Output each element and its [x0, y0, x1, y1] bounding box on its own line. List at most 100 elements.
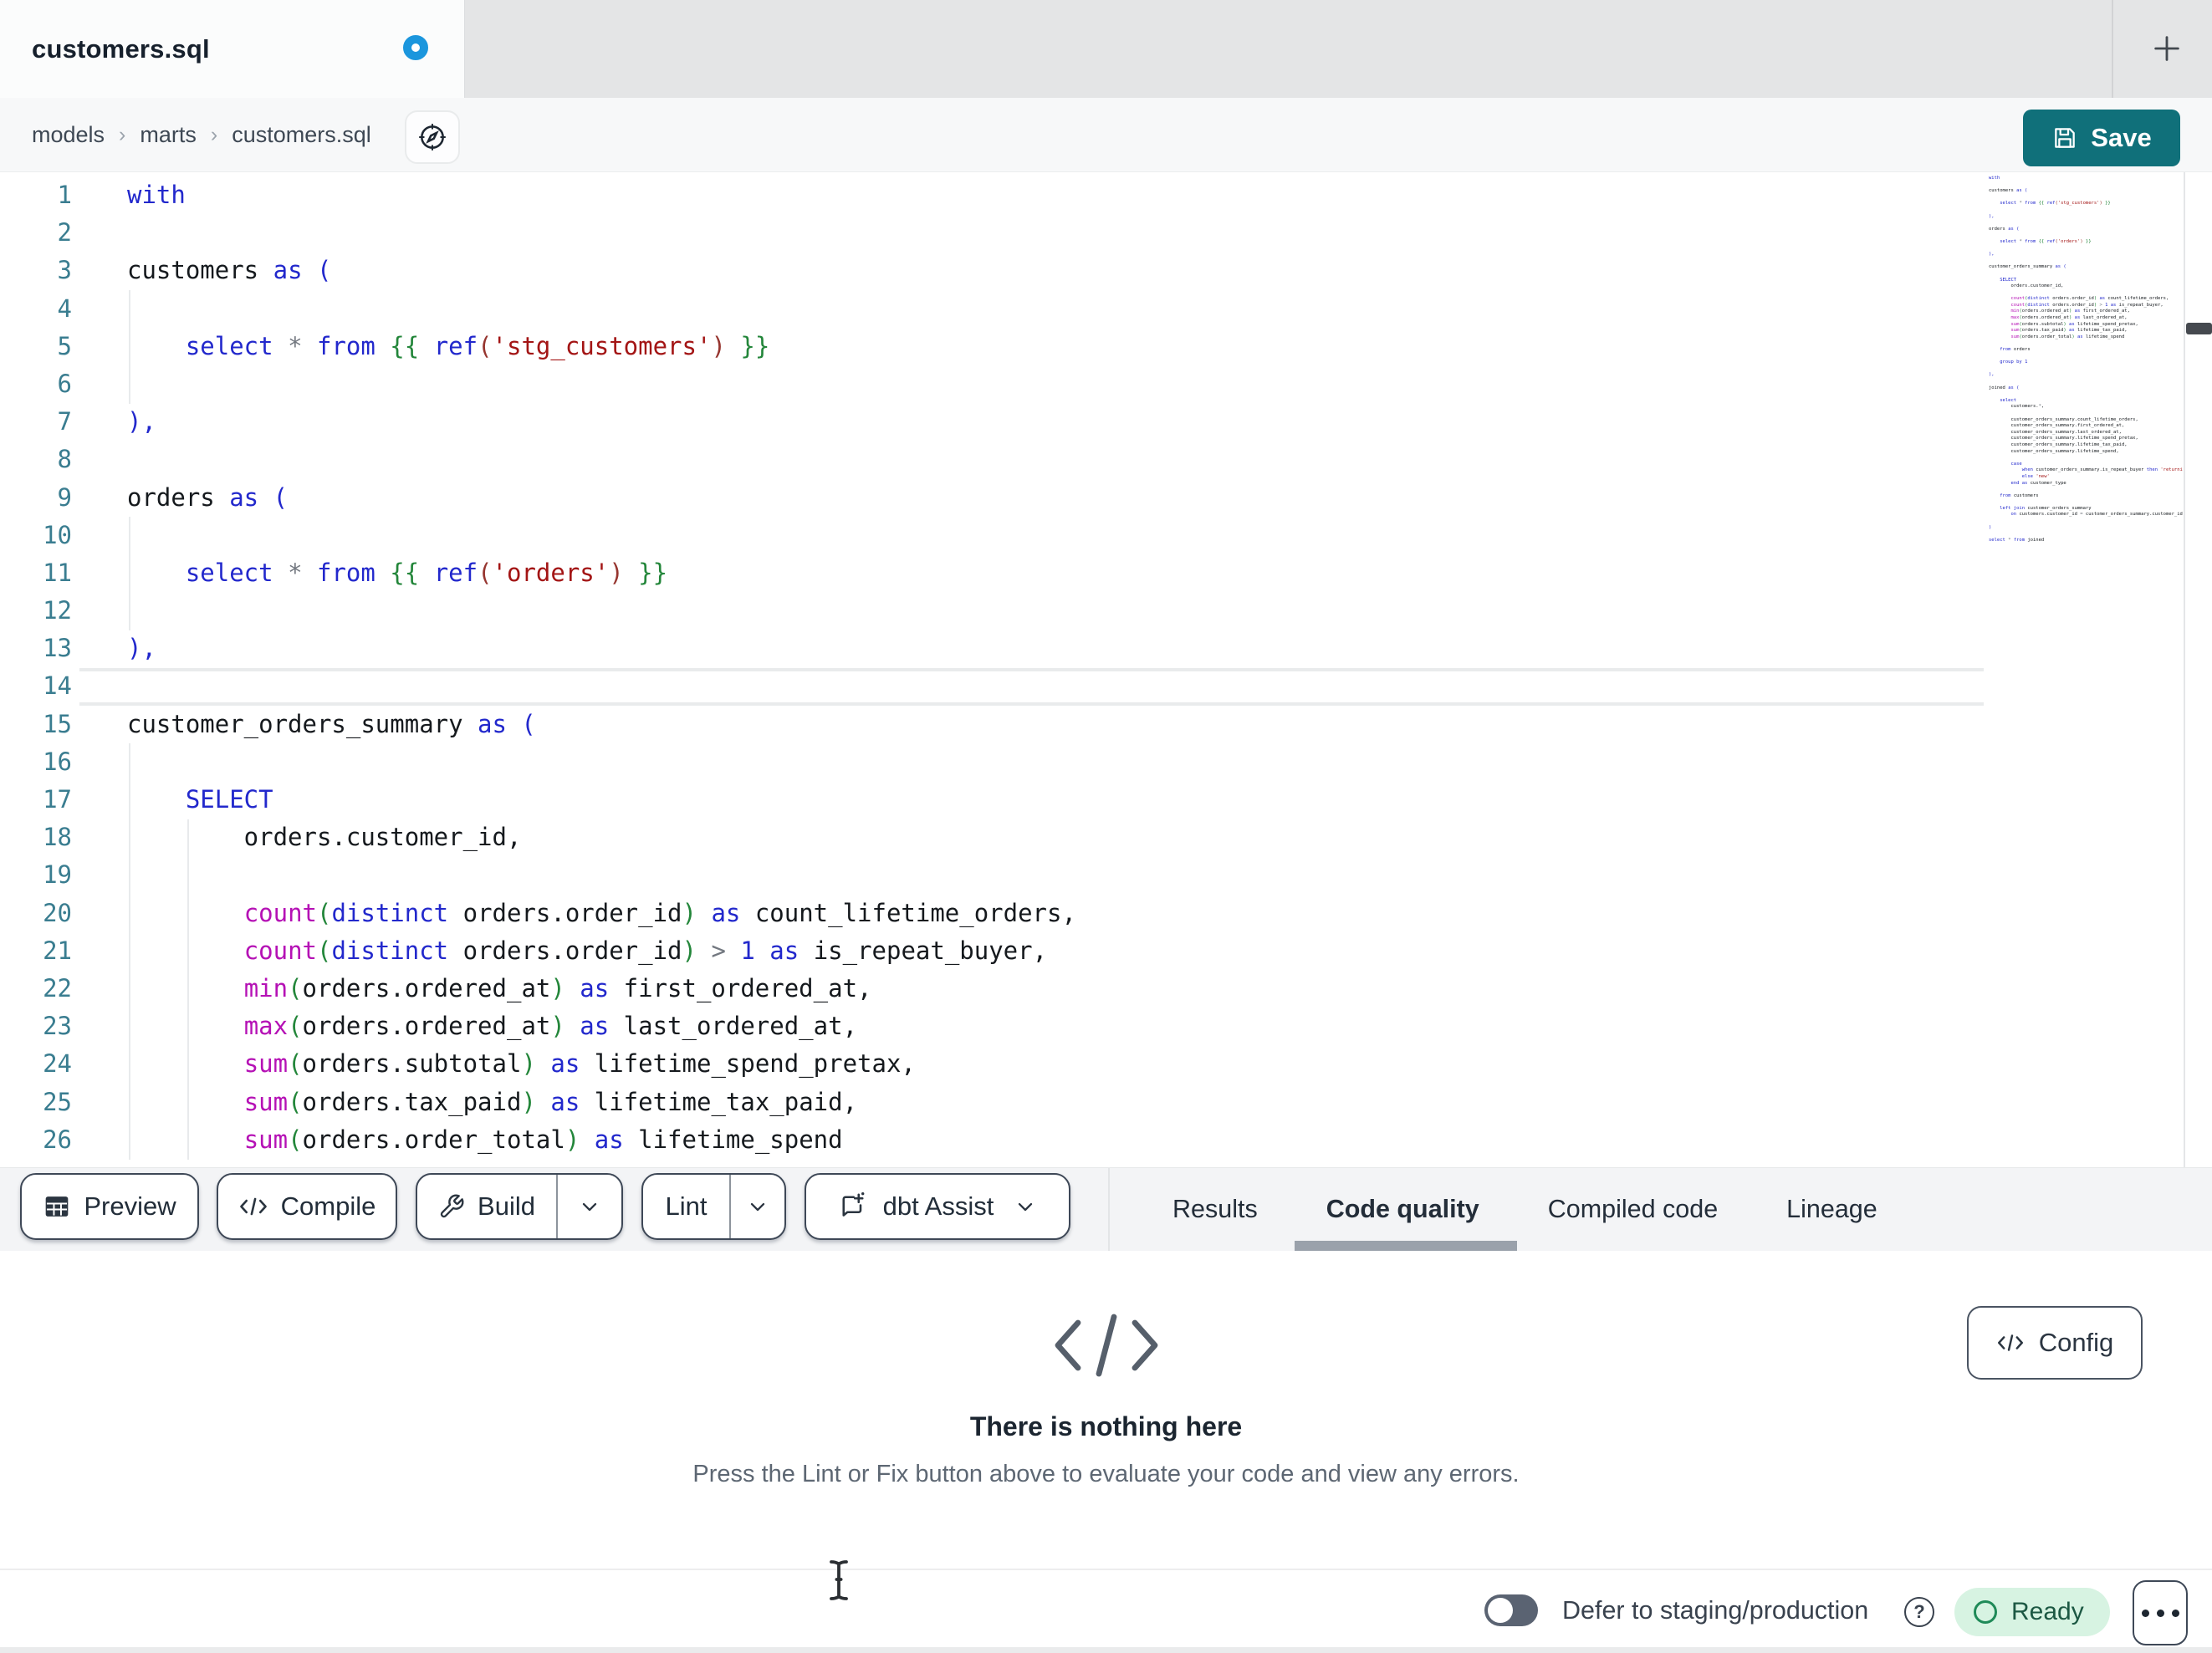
code-line[interactable]: 9 orders as ( [0, 479, 1986, 517]
build-button-label: Build [478, 1191, 535, 1221]
code-line[interactable]: 7), [0, 403, 1986, 441]
code-line[interactable]: 17 SELECT [0, 781, 1986, 819]
empty-state-description: Press the Lint or Fix button above to ev… [692, 1461, 1520, 1487]
status-badge[interactable]: Ready [1954, 1588, 2110, 1636]
build-dropdown-button[interactable] [558, 1175, 621, 1238]
line-number: 19 [43, 860, 72, 890]
tab-results[interactable]: Results [1172, 1195, 1258, 1224]
code-line[interactable]: 15 customer_orders_summary as ( [0, 706, 1986, 743]
defer-label: Defer to staging/production [1562, 1595, 1869, 1625]
preview-button[interactable]: Preview [20, 1173, 199, 1240]
code-line[interactable]: 23 max(orders.ordered_at) as last_ordere… [0, 1008, 1986, 1045]
code-line[interactable]: 14 [0, 667, 1986, 705]
table-icon [43, 1192, 71, 1221]
line-number: 4 [57, 293, 72, 323]
code-lines: 1 with 2 3 customers as ( 4 5 select * from {{… [0, 176, 1986, 1159]
line-number: 2 [57, 218, 72, 247]
code-line[interactable]: 18 orders.customer_id, [0, 819, 1986, 856]
line-number: 13 [43, 634, 72, 663]
tab-title: customers.sql [32, 33, 210, 64]
line-number: 18 [43, 823, 72, 852]
save-button[interactable]: Save [2023, 110, 2180, 166]
breadcrumb-item-file: customers.sql [232, 121, 371, 147]
code-line[interactable]: 25 sum(orders.tax_paid) as lifetime_tax_… [0, 1084, 1986, 1121]
dbt-assist-button[interactable]: dbt Assist [805, 1173, 1070, 1240]
code-line[interactable]: 3 customers as ( [0, 252, 1986, 289]
tab-customers-sql[interactable]: customers.sql [0, 0, 465, 98]
code-line[interactable]: 10 [0, 517, 1986, 554]
results-panel-tabs: Results Code quality Compiled code Linea… [1172, 1168, 1877, 1251]
breadcrumb-item-models[interactable]: models [32, 122, 105, 148]
chevron-down-icon [578, 1195, 601, 1218]
line-number: 7 [57, 407, 72, 436]
code-line[interactable]: 2 [0, 214, 1986, 252]
lint-button-label: Lint [665, 1191, 708, 1221]
breadcrumb-item-marts[interactable]: marts [140, 122, 197, 148]
line-number: 6 [57, 369, 72, 398]
line-number: 23 [43, 1012, 72, 1041]
build-button[interactable]: Build [417, 1175, 556, 1238]
indent-guide [129, 517, 130, 630]
wrench-icon [438, 1193, 465, 1220]
editor-scrollbar-thumb[interactable] [2186, 323, 2212, 334]
code-editor[interactable]: 1 with 2 3 customers as ( 4 5 select * from {{… [0, 172, 2212, 1167]
line-number: 12 [43, 596, 72, 625]
code-line[interactable]: 6 [0, 365, 1986, 403]
defer-toggle[interactable] [1484, 1594, 1538, 1626]
code-icon [238, 1194, 268, 1219]
code-line[interactable]: 24 sum(orders.subtotal) as lifetime_spen… [0, 1045, 1986, 1083]
lint-button[interactable]: Lint [643, 1175, 729, 1238]
ellipsis-icon [2141, 1609, 2149, 1617]
code-line[interactable]: 13), [0, 630, 1986, 667]
tab-compiled-code[interactable]: Compiled code [1548, 1195, 1718, 1224]
compile-button[interactable]: Compile [217, 1173, 397, 1240]
line-number: 22 [43, 973, 72, 1003]
explore-lineage-button[interactable] [405, 110, 460, 164]
line-number: 25 [43, 1087, 72, 1116]
code-line[interactable]: 20 count(distinct orders.order_id) as co… [0, 895, 1986, 932]
code-quality-panel: There is nothing here Press the Lint or … [0, 1251, 2212, 1569]
code-line[interactable]: 16 [0, 743, 1986, 781]
status-badge-label: Ready [2011, 1598, 2084, 1625]
new-tab-button[interactable] [2139, 21, 2194, 76]
indent-guide [129, 290, 130, 404]
code-line[interactable]: 22 min(orders.ordered_at) as first_order… [0, 970, 1986, 1008]
code-line[interactable]: 19 [0, 856, 1986, 894]
config-button[interactable]: Config [1967, 1306, 2143, 1380]
floppy-disk-icon [2051, 125, 2078, 151]
code-line[interactable]: 21 count(distinct orders.order_id) > 1 a… [0, 932, 1986, 970]
more-options-button[interactable] [2133, 1580, 2188, 1645]
line-number: 11 [43, 558, 72, 587]
code-line[interactable]: 12 [0, 592, 1986, 630]
line-number: 3 [57, 256, 72, 285]
line-number: 16 [43, 747, 72, 776]
code-line[interactable]: 11 select * from {{ ref('orders') }} [0, 554, 1986, 592]
code-line[interactable]: 26 sum(orders.order_total) as lifetime_s… [0, 1121, 1986, 1159]
breadcrumb-separator: › [210, 122, 218, 146]
tab-code-quality[interactable]: Code quality [1326, 1195, 1479, 1224]
editor-action-bar: Preview Compile Build Lint dbt Assist Re… [0, 1167, 2212, 1251]
code-line[interactable]: 4 [0, 290, 1986, 328]
code-line[interactable]: 1 with [0, 176, 1986, 214]
breadcrumb-row: models › marts › customers.sql Save [0, 98, 2212, 172]
toolbar-divider [1108, 1168, 1110, 1251]
tab-lineage[interactable]: Lineage [1786, 1195, 1877, 1224]
line-number: 21 [43, 936, 72, 965]
help-icon[interactable]: ? [1904, 1597, 1934, 1627]
chevron-down-icon [746, 1195, 769, 1218]
empty-state: There is nothing here Press the Lint or … [0, 1251, 2212, 1488]
minimap[interactable]: with customers as ( select * from {{ ref… [1989, 176, 2183, 1162]
minimap-divider [2184, 172, 2185, 1167]
code-line[interactable]: 8 [0, 441, 1986, 478]
indent-guide [186, 819, 189, 1160]
code-line[interactable]: 5 select * from {{ ref('stg_customers') … [0, 328, 1986, 365]
line-number: 8 [57, 445, 72, 474]
line-number: 9 [57, 482, 72, 512]
lint-dropdown-button[interactable] [731, 1175, 784, 1238]
line-number: 26 [43, 1125, 72, 1154]
line-number: 17 [43, 785, 72, 814]
line-number: 5 [57, 331, 72, 360]
line-number: 20 [43, 898, 72, 927]
plus-icon [2150, 32, 2184, 65]
breadcrumb: models › marts › customers.sql [32, 98, 371, 171]
